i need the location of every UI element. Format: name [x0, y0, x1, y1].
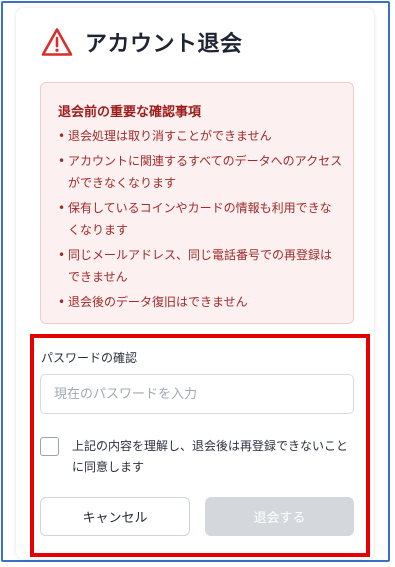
warning-notice: 退会前の重要な確認事項 退会処理は取り消すことができません アカウントに関連する… — [40, 82, 354, 324]
notice-item: 退会後のデータ復旧はできません — [58, 291, 353, 313]
cancel-button[interactable]: キャンセル — [40, 497, 190, 536]
notice-item: 保有しているコインやカードの情報も利用できなくなります — [58, 197, 353, 241]
password-input[interactable] — [40, 374, 354, 414]
withdraw-button[interactable]: 退会する — [205, 497, 354, 536]
warning-triangle-icon — [41, 28, 73, 56]
page-title: アカウント退会 — [85, 32, 243, 57]
agree-label[interactable]: 上記の内容を理解し、退会後は再登録できないことに同意します — [72, 436, 348, 478]
page-header: アカウント退会 — [41, 26, 243, 58]
password-label: パスワードの確認 — [41, 351, 138, 365]
notice-item: アカウントに関連するすべてのデータへのアクセスができなくなります — [58, 150, 353, 194]
notice-list: 退会処理は取り消すことができません アカウントに関連するすべてのデータへのアクセ… — [58, 125, 353, 313]
notice-title: 退会前の重要な確認事項 — [58, 105, 202, 120]
notice-item: 退会処理は取り消すことができません — [58, 125, 353, 147]
notice-item: 同じメールアドレス、同じ電話番号での再登録はできません — [58, 244, 353, 288]
agree-checkbox[interactable] — [40, 437, 59, 456]
